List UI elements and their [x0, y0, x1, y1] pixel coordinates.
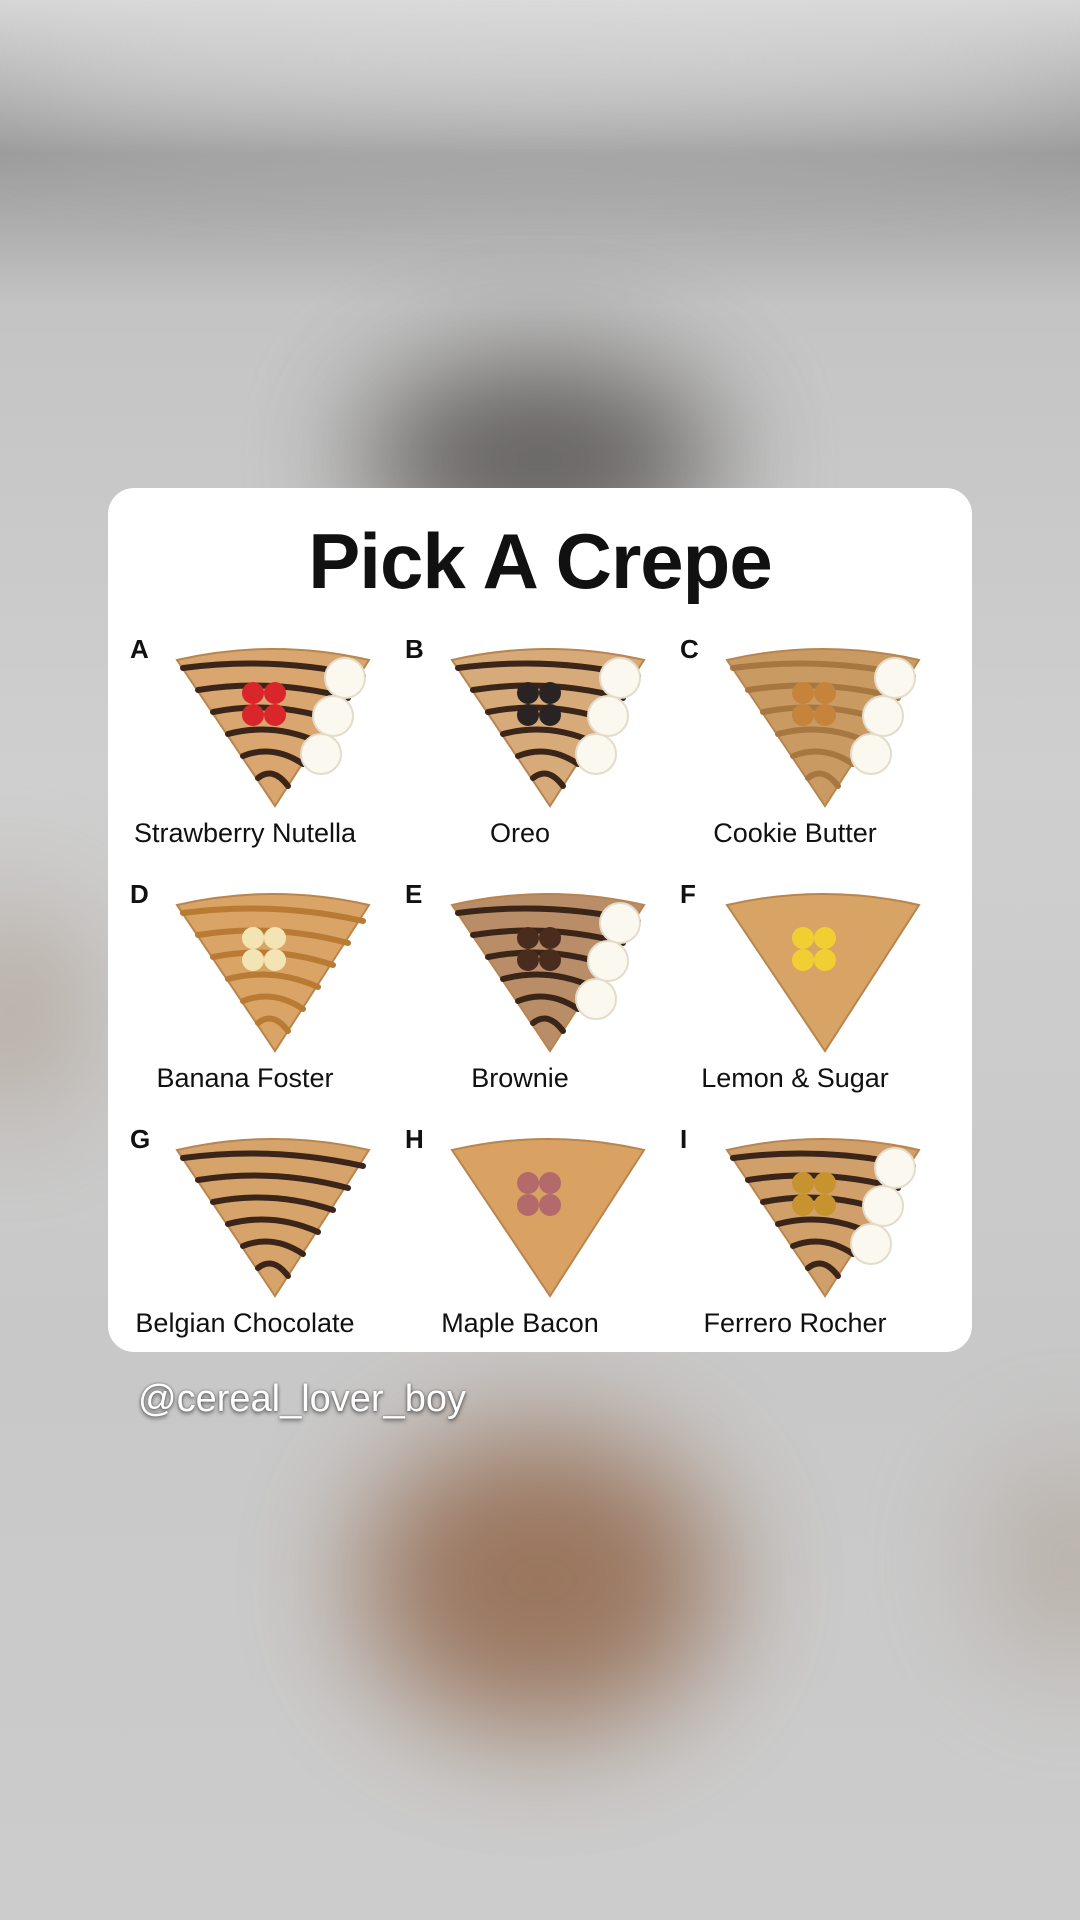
option-letter: C	[680, 634, 699, 664]
option-letter: I	[680, 1124, 688, 1154]
lemon-sugar-crepe-icon	[725, 893, 921, 1053]
oreo-crepe-icon	[450, 648, 646, 808]
option-label: Banana Foster	[156, 1063, 334, 1093]
option-label: Strawberry Nutella	[133, 818, 357, 848]
crepe-option[interactable]: G Belgian Chocolate	[108, 1102, 382, 1347]
option-letter: H	[405, 1124, 424, 1154]
option-letter: G	[130, 1124, 151, 1154]
crepe-option[interactable]: F Lemon & Sugar	[658, 857, 932, 1102]
belgian-chocolate-crepe-icon	[175, 1138, 371, 1298]
username-handle[interactable]: @cereal_lover_boy	[138, 1378, 466, 1421]
strawberry-nutella-crepe-icon	[175, 648, 371, 808]
background-blur-shape	[360, 1430, 720, 1730]
background-blur-shape	[980, 1450, 1080, 1670]
brownie-crepe-icon	[450, 893, 646, 1053]
option-label: Brownie	[471, 1063, 569, 1093]
crepe-option[interactable]: A Strawberry Nutella	[108, 612, 382, 857]
crepe-option[interactable]: D Banana Foster	[108, 857, 382, 1102]
option-label: Oreo	[489, 818, 551, 848]
cookie-butter-crepe-icon	[725, 648, 921, 808]
crepe-option[interactable]: H Maple Bacon	[383, 1102, 657, 1347]
crepe-menu-card: Pick A Crepe A Strawberry Nutella B Oreo C Co…	[108, 488, 972, 1352]
crepe-option[interactable]: B Oreo	[383, 612, 657, 857]
option-letter: E	[405, 879, 423, 909]
crepe-option[interactable]: E Brownie	[383, 857, 657, 1102]
ferrero-rocher-crepe-icon	[725, 1138, 921, 1298]
option-letter: F	[680, 879, 696, 909]
option-label: Ferrero Rocher	[703, 1308, 887, 1338]
option-letter: A	[130, 634, 149, 664]
option-label: Cookie Butter	[713, 818, 877, 848]
background-blur-top	[0, 0, 1080, 120]
banana-foster-crepe-icon	[175, 893, 371, 1053]
crepe-option[interactable]: I Ferrero Rocher	[658, 1102, 932, 1347]
option-letter: B	[405, 634, 424, 664]
crepe-option[interactable]: C Cookie Butter	[658, 612, 932, 857]
page-title: Pick A Crepe	[308, 517, 772, 605]
option-label: Lemon & Sugar	[701, 1063, 889, 1093]
background-blur-shape	[0, 900, 100, 1120]
option-label: Belgian Chocolate	[135, 1308, 355, 1338]
option-letter: D	[130, 879, 149, 909]
option-label: Maple Bacon	[441, 1308, 599, 1338]
maple-bacon-crepe-icon	[450, 1138, 646, 1298]
